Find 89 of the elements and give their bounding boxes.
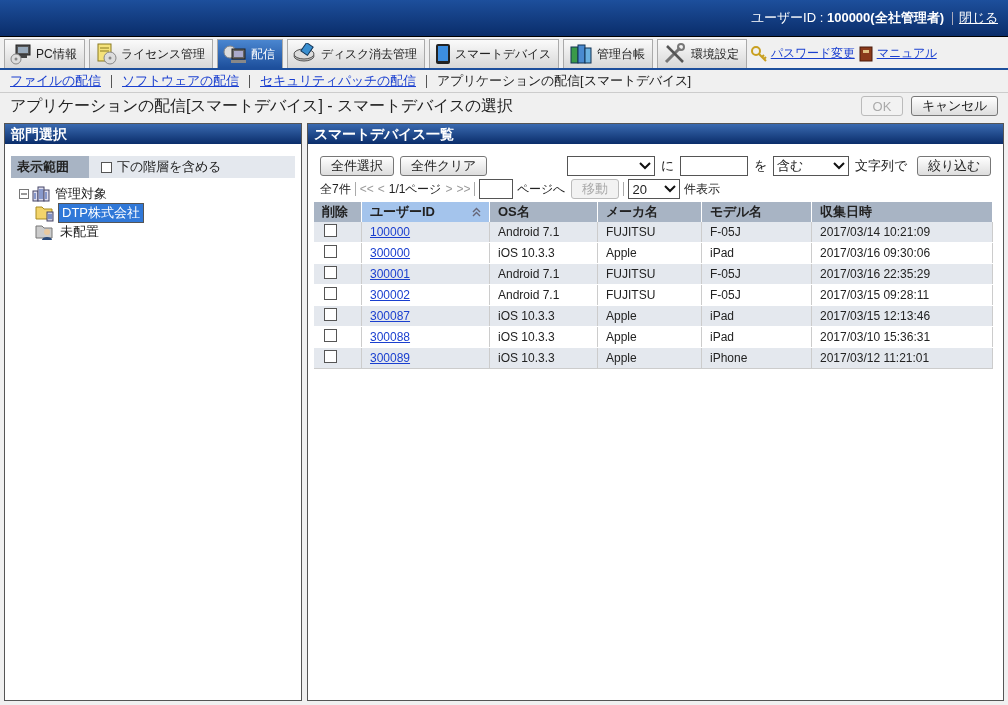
table-cell: 2017/03/15 09:28:11 bbox=[811, 284, 993, 306]
user-id-link[interactable]: 300002 bbox=[370, 288, 411, 302]
table-cell: Android 7.1 bbox=[489, 284, 598, 306]
page-indicator: 1/1ページ bbox=[388, 180, 442, 198]
checkbox[interactable] bbox=[324, 329, 337, 342]
column-select[interactable] bbox=[567, 156, 655, 176]
books-icon bbox=[568, 43, 593, 65]
column-header[interactable]: 削除 bbox=[314, 202, 362, 222]
column-header[interactable]: OS名 bbox=[489, 202, 598, 222]
filter-text: 文字列で bbox=[855, 157, 907, 175]
nav-tab[interactable]: ディスク消去管理 bbox=[286, 39, 425, 68]
column-header[interactable]: ユーザーID bbox=[361, 202, 490, 222]
folder-person-icon bbox=[35, 222, 55, 241]
nav-tab[interactable]: 環境設定 bbox=[656, 39, 747, 68]
per-page-select[interactable]: 20 bbox=[628, 179, 681, 199]
building-icon bbox=[32, 185, 50, 202]
page-input[interactable] bbox=[479, 179, 514, 199]
breadcrumb-link[interactable]: ファイルの配信 bbox=[10, 72, 101, 90]
tree-item[interactable]: 未配置 bbox=[58, 222, 101, 241]
key-icon bbox=[750, 45, 767, 62]
collapse-icon[interactable] bbox=[19, 188, 29, 199]
nav-tab[interactable]: 管理台帳 bbox=[562, 39, 653, 68]
table-cell: iOS 10.3.3 bbox=[489, 326, 598, 348]
panel-header: スマートデバイス一覧 bbox=[308, 124, 1003, 144]
table-cell: iOS 10.3.3 bbox=[489, 242, 598, 264]
caret-icon bbox=[639, 162, 651, 170]
table-cell: 2017/03/14 10:21:09 bbox=[811, 222, 993, 243]
toolbar-button[interactable]: 全件選択 bbox=[320, 156, 394, 176]
tools-icon bbox=[662, 43, 687, 65]
close-link[interactable]: 閉じる bbox=[959, 9, 998, 27]
table-cell: 2017/03/10 15:36:31 bbox=[811, 326, 993, 348]
filter-text: を bbox=[754, 157, 767, 175]
cancel-button[interactable]: キャンセル bbox=[911, 96, 998, 116]
filter-button[interactable]: 絞り込む bbox=[917, 156, 991, 176]
user-id-label: ユーザーID : 100000(全社管理者) bbox=[751, 9, 944, 27]
table-cell: Android 7.1 bbox=[489, 222, 598, 243]
nav-tab[interactable]: スマートデバイス bbox=[428, 39, 559, 68]
toolbar-button[interactable]: 全件クリア bbox=[400, 156, 487, 176]
column-header[interactable]: モデル名 bbox=[701, 202, 812, 222]
column-header[interactable]: 収集日時 bbox=[811, 202, 993, 222]
table-cell: Apple bbox=[597, 326, 702, 348]
filter-text: に bbox=[661, 157, 674, 175]
user-id-link[interactable]: 300088 bbox=[370, 330, 411, 344]
nav-tab[interactable]: ライセンス管理 bbox=[88, 39, 213, 68]
filter-input[interactable] bbox=[680, 156, 748, 176]
breadcrumb-link[interactable]: セキュリティパッチの配信 bbox=[260, 72, 416, 90]
book-icon bbox=[858, 45, 873, 62]
user-id-link[interactable]: 300000 bbox=[370, 246, 411, 260]
checkbox[interactable] bbox=[324, 224, 337, 237]
page-title: アプリケーションの配信[スマートデバイス] - スマートデバイスの選択 bbox=[10, 95, 515, 116]
tree-item[interactable]: 管理対象 bbox=[53, 184, 109, 203]
table-cell: F-05J bbox=[701, 222, 812, 243]
sort-icon bbox=[472, 207, 481, 217]
checkbox[interactable] bbox=[324, 308, 337, 321]
tree-item[interactable]: DTP株式会社 bbox=[58, 202, 144, 223]
table-cell: FUJITSU bbox=[597, 222, 702, 243]
nav-tab[interactable]: PC情報 bbox=[4, 39, 85, 68]
nav-tab[interactable]: 配信 bbox=[216, 39, 283, 68]
checkbox[interactable] bbox=[324, 245, 337, 258]
checkbox[interactable] bbox=[101, 161, 112, 173]
checkbox[interactable] bbox=[324, 266, 337, 279]
header-link[interactable]: パスワード変更 bbox=[770, 45, 855, 62]
smartphone-icon bbox=[434, 43, 451, 65]
caret-icon bbox=[833, 162, 845, 170]
checkbox[interactable] bbox=[324, 287, 337, 300]
disk-eraser-icon bbox=[292, 43, 317, 65]
document-disc-icon bbox=[94, 43, 117, 65]
checkbox-label: 下の階層を含める bbox=[117, 158, 221, 176]
page-suffix: ページへ bbox=[517, 180, 566, 198]
pc-icon bbox=[10, 43, 32, 65]
total-count: 全7件 bbox=[320, 180, 351, 198]
table-cell: Apple bbox=[597, 242, 702, 264]
folder-icon bbox=[35, 203, 55, 222]
header-link[interactable]: マニュアル bbox=[876, 45, 937, 62]
table-cell: iPad bbox=[701, 242, 812, 264]
match-select[interactable]: 含む bbox=[773, 156, 849, 176]
scope-label: 表示範囲 bbox=[11, 156, 89, 178]
breadcrumb-current: アプリケーションの配信[スマートデバイス] bbox=[437, 72, 692, 90]
table-cell: FUJITSU bbox=[597, 284, 702, 306]
panel-header: 部門選択 bbox=[5, 124, 301, 144]
table-cell: F-05J bbox=[701, 284, 812, 306]
table-cell: iPad bbox=[701, 326, 812, 348]
column-header[interactable]: メーカ名 bbox=[597, 202, 702, 222]
checkbox[interactable] bbox=[324, 350, 337, 363]
per-page-suffix: 件表示 bbox=[684, 180, 721, 198]
breadcrumb-link[interactable]: ソフトウェアの配信 bbox=[122, 72, 239, 90]
caret-icon bbox=[664, 185, 677, 193]
table-cell: 2017/03/16 09:30:06 bbox=[811, 242, 993, 264]
computer-disc-icon bbox=[222, 43, 247, 65]
